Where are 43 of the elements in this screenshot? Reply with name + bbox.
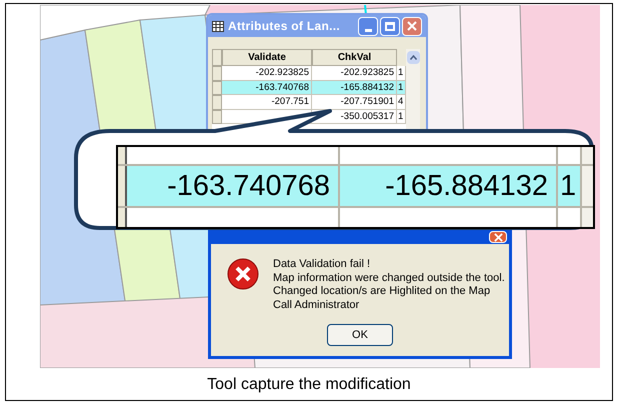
scrollbar[interactable]	[582, 208, 593, 227]
table-cell: -350.005317	[340, 110, 394, 122]
table-cell: 1	[560, 170, 576, 202]
minimize-button[interactable]	[358, 16, 378, 36]
column-header[interactable]: ChkVal	[312, 49, 397, 66]
message-text: Data Validation fail !	[273, 258, 372, 272]
header-corner[interactable]	[212, 49, 222, 66]
close-button[interactable]	[489, 231, 507, 243]
scrollbar[interactable]	[406, 49, 420, 129]
table-cell: -207.751901	[340, 96, 394, 107]
scrollbar[interactable]	[582, 166, 593, 206]
message-text: Call Administrator	[273, 298, 360, 312]
error-icon	[227, 258, 259, 290]
row-selector[interactable]	[118, 147, 127, 164]
maximize-icon	[385, 22, 395, 30]
table-cell: -165.884132	[340, 82, 394, 92]
scroll-up-button[interactable]	[406, 51, 420, 64]
column-header[interactable]: Validate	[222, 49, 312, 66]
table-cell: -207.751	[271, 96, 309, 107]
message-text: Changed location/s are Highlited on the Map	[273, 285, 492, 298]
close-icon	[494, 232, 502, 242]
table-cell: 1	[398, 82, 404, 92]
close-button[interactable]	[402, 16, 422, 36]
table-cell: -202.923825	[256, 67, 309, 78]
close-icon	[407, 21, 417, 31]
table-cell: 1	[398, 67, 404, 78]
table-cell: -163.740768	[256, 82, 309, 92]
message-text: Map information were changed outside the tool.	[273, 272, 505, 285]
ok-button[interactable]: OK	[327, 324, 393, 346]
table-cell: -163.740768	[167, 170, 330, 202]
table-cell: 1	[398, 110, 404, 122]
row-selector[interactable]	[118, 208, 127, 227]
table-cell: 4	[398, 96, 404, 107]
maximize-button[interactable]	[380, 16, 400, 36]
table-cell: -202.923825	[340, 67, 394, 78]
row-selector[interactable]	[118, 166, 127, 206]
table-icon	[212, 20, 224, 32]
figure-caption: Tool capture the modification	[206, 375, 412, 395]
table-cell: -165.884132	[385, 170, 548, 202]
window-title: Attributes of Lan...	[228, 18, 340, 35]
scrollbar[interactable]	[582, 147, 593, 164]
minimize-icon	[364, 28, 372, 32]
caret-icon	[410, 55, 416, 60]
